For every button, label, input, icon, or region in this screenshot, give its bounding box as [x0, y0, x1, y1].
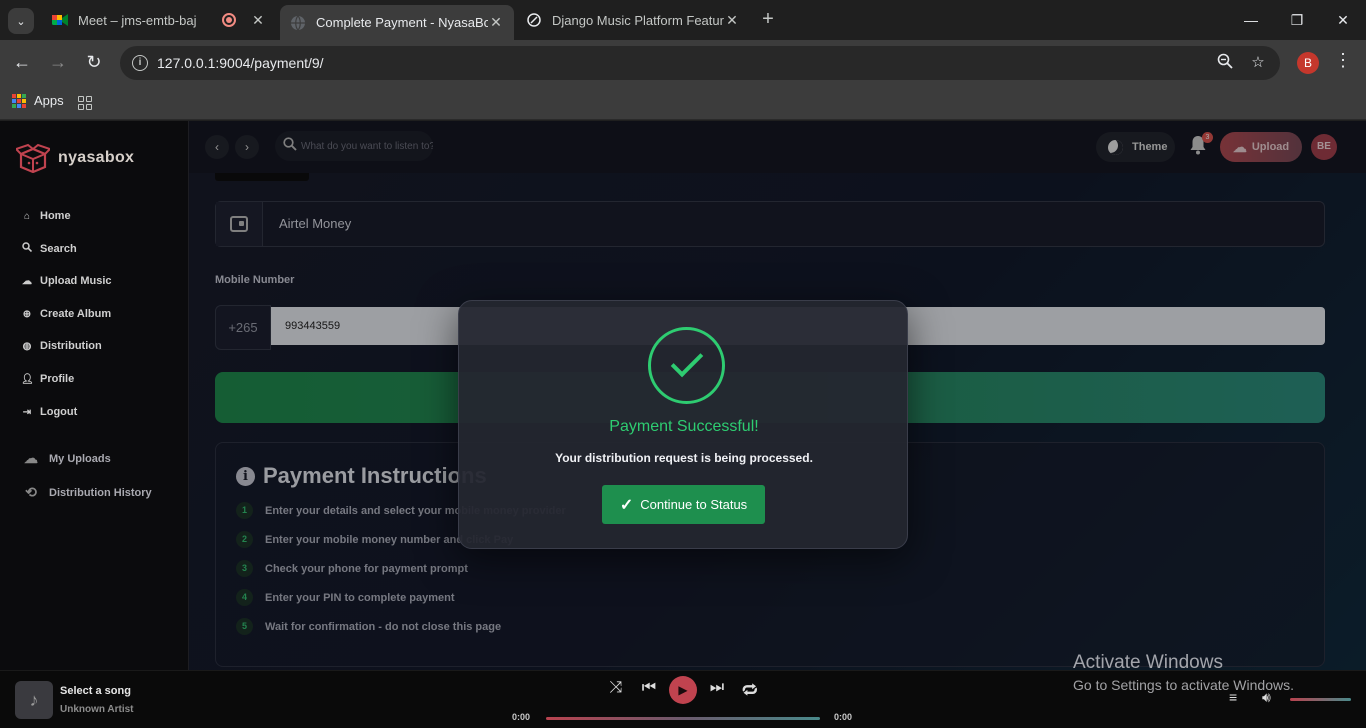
sidebar-item-logout[interactable]: ⇥ Logout [21, 406, 77, 418]
sidebar-item-label: Home [40, 210, 71, 222]
zoom-icon[interactable] [1215, 53, 1235, 73]
box-logo-icon [14, 143, 52, 174]
google-meet-icon [52, 12, 68, 28]
shuffle-button[interactable]: ⤨ [606, 679, 626, 697]
song-artist: Unknown Artist [60, 704, 134, 715]
previous-button[interactable]: ⏮︎ [639, 679, 659, 697]
site-info-icon[interactable]: i [132, 55, 148, 71]
cloud-upload-icon: ☁ [24, 450, 38, 466]
plus-circle-icon: ⊕ [22, 308, 32, 320]
tab-groups-icon [78, 96, 92, 110]
tab-title: Django Music Platform Features [552, 12, 724, 28]
sidebar-item-create-album[interactable]: ⊕ Create Album [21, 308, 111, 320]
tab-search-button[interactable]: ⌄ [8, 8, 34, 34]
duration: 0:00 [834, 712, 853, 722]
song-title: Select a song [60, 685, 131, 697]
tab-complete-payment[interactable]: Complete Payment - NyasaBox ✕ [280, 5, 514, 40]
star-icon[interactable]: ☆ [1248, 53, 1268, 73]
tab-title: Meet – jms-emtb-baj [78, 12, 197, 28]
sidebar-item-upload-music[interactable]: ☁ Upload Music [21, 275, 112, 287]
sidebar-item-label: My Uploads [49, 452, 111, 465]
repeat-button[interactable]: 🔁︎ [740, 679, 760, 702]
sidebar-item-search[interactable]: Search [21, 242, 77, 255]
minimize-button[interactable]: — [1239, 8, 1263, 32]
success-check-icon [648, 327, 725, 404]
modal-title: Payment Successful! [609, 418, 759, 435]
sidebar-item-label: Search [40, 242, 77, 255]
profile-avatar[interactable]: B [1297, 52, 1319, 74]
address-bar[interactable]: i 127.0.0.1:9004/payment/9/ ☆ [120, 46, 1280, 80]
home-icon: ⌂ [23, 210, 31, 222]
close-icon[interactable]: ✕ [724, 12, 740, 29]
modal-message: Your distribution request is being proce… [555, 451, 813, 465]
browser-tab-strip: ⌄ Meet – jms-emtb-baj ✕ Complete Payment… [0, 0, 1366, 40]
sidebar-item-my-uploads[interactable]: ☁ My Uploads [20, 450, 111, 467]
skip-back-icon: ⏮︎ [641, 679, 657, 696]
tab-title: Complete Payment - NyasaBox [316, 15, 488, 30]
current-time: 0:00 [512, 712, 531, 722]
sidebar-item-label: Create Album [40, 308, 112, 320]
sidebar-item-profile[interactable]: 👤︎ Profile [21, 373, 74, 385]
window-close-button[interactable]: ✕ [1331, 8, 1355, 32]
sidebar-item-distribution[interactable]: ◍ Distribution [21, 340, 102, 352]
sidebar-item-label: Upload Music [40, 275, 112, 287]
apps-label: Apps [34, 93, 64, 108]
play-icon: ▶ [678, 683, 688, 697]
sidebar-item-distribution-history[interactable]: ⟲ Distribution History [20, 484, 152, 501]
globe-icon [290, 15, 306, 31]
apps-icon [12, 93, 26, 108]
brand-logo[interactable]: nyasabox [14, 143, 135, 174]
close-icon[interactable]: ✕ [250, 12, 266, 29]
next-button[interactable]: ⏭︎ [707, 679, 727, 697]
restore-button[interactable]: ❐ [1285, 8, 1309, 32]
tab-django-music[interactable]: Django Music Platform Features ✕ [516, 5, 750, 35]
bookmarks-bar: Apps [0, 85, 1366, 120]
browser-toolbar: ← → ↻ i 127.0.0.1:9004/payment/9/ ☆ B ⋮ [0, 40, 1366, 85]
brand-name: nyasabox [58, 149, 135, 166]
logout-icon: ⇥ [22, 406, 32, 418]
watermark-title: Activate Windows [1073, 652, 1223, 673]
chatgpt-icon [526, 12, 542, 28]
repeat-icon: 🔁︎ [741, 683, 758, 700]
url-text: 127.0.0.1:9004/payment/9/ [157, 55, 324, 71]
music-note-icon: ♪ [15, 681, 53, 719]
volume-slider[interactable] [1290, 698, 1351, 701]
sidebar-item-label: Distribution [40, 340, 102, 352]
shuffle-icon: ⤨ [609, 679, 623, 696]
button-label: Continue to Status [640, 497, 748, 512]
sidebar-item-label: Logout [40, 406, 78, 418]
history-icon: ⟲ [25, 484, 37, 500]
tab-meet[interactable]: Meet – jms-emtb-baj ✕ [42, 5, 276, 35]
skip-forward-icon: ⏭︎ [709, 679, 725, 696]
reload-button[interactable]: ↻ [81, 50, 107, 76]
tab-groups-button[interactable] [78, 96, 92, 110]
continue-to-status-button[interactable]: ✓ Continue to Status [602, 485, 765, 524]
forward-button[interactable]: → [45, 50, 71, 76]
check-icon: ✓ [619, 496, 634, 514]
user-icon: 👤︎ [21, 373, 34, 385]
chevron-down-icon: ⌄ [16, 15, 26, 28]
search-icon [21, 242, 33, 255]
sidebar: nyasabox ⌂ Home Search ☁ Upload Music ⊕ … [0, 121, 189, 670]
play-button[interactable]: ▶ [669, 676, 697, 704]
recording-icon [222, 13, 236, 27]
globe-icon: ◍ [22, 340, 32, 352]
windows-activation-watermark: Activate Windows Go to Settings to activ… [1073, 652, 1294, 693]
sidebar-item-home[interactable]: ⌂ Home [21, 210, 71, 222]
watermark-subtitle: Go to Settings to activate Windows. [1073, 677, 1294, 693]
sidebar-item-label: Distribution History [49, 486, 152, 499]
more-menu-icon[interactable]: ⋮ [1334, 50, 1352, 71]
close-icon[interactable]: ✕ [488, 14, 504, 31]
progress-bar[interactable] [546, 717, 820, 720]
payment-success-modal: Payment Successful! Your distribution re… [458, 300, 908, 549]
sidebar-item-label: Profile [40, 373, 75, 385]
new-tab-button[interactable]: + [758, 8, 778, 32]
cloud-upload-icon: ☁ [22, 275, 32, 287]
back-button[interactable]: ← [9, 50, 35, 76]
apps-bookmark[interactable]: Apps [12, 93, 64, 108]
